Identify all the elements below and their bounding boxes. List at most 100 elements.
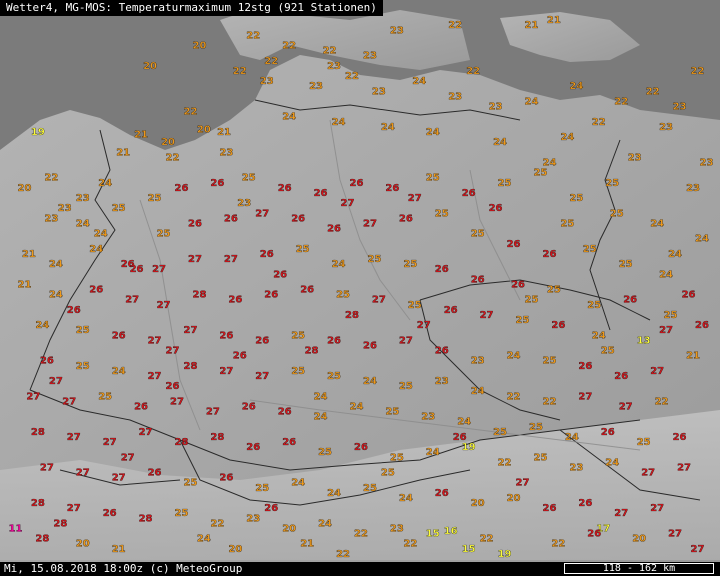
station-value: 27 (219, 366, 233, 377)
station-value: 26 (188, 218, 202, 229)
station-value: 21 (217, 127, 231, 138)
station-value: 22 (403, 539, 417, 550)
station-value: 22 (336, 549, 350, 560)
station-value: 11 (9, 524, 23, 535)
station-value: 27 (26, 391, 40, 402)
station-value: 24 (35, 320, 49, 331)
station-value: 26 (273, 269, 287, 280)
station-value: 25 (175, 508, 189, 519)
station-value: 22 (614, 96, 628, 107)
station-value: 22 (466, 66, 480, 77)
station-value: 23 (260, 76, 274, 87)
station-value: 26 (682, 290, 696, 301)
station-value: 27 (112, 473, 126, 484)
station-value: 26 (300, 285, 314, 296)
station-value: 24 (650, 218, 664, 229)
station-value: 28 (210, 432, 224, 443)
station-value: 21 (18, 280, 32, 291)
station-value: 21 (22, 249, 36, 260)
station-value: 24 (76, 218, 90, 229)
station-value: 27 (641, 468, 655, 479)
station-value: 25 (112, 203, 126, 214)
station-value: 25 (605, 178, 619, 189)
station-value: 23 (372, 86, 386, 97)
station-value: 24 (525, 96, 539, 107)
station-value: 25 (296, 244, 310, 255)
station-value: 24 (569, 81, 583, 92)
station-value: 26 (354, 442, 368, 453)
station-value: 24 (560, 132, 574, 143)
station-value: 21 (112, 544, 126, 555)
station-value: 22 (354, 529, 368, 540)
station-value: 26 (444, 305, 458, 316)
station-value: 23 (237, 198, 251, 209)
station-value: 27 (659, 325, 673, 336)
station-value: 24 (381, 122, 395, 133)
scale-bar: 118 - 162 km (564, 563, 714, 574)
station-value: 25 (318, 447, 332, 458)
station-value: 25 (583, 244, 597, 255)
station-value: 22 (246, 30, 260, 41)
station-value: 22 (44, 173, 58, 184)
station-value: 20 (197, 124, 211, 135)
station-value: 25 (493, 427, 507, 438)
station-value: 26 (578, 361, 592, 372)
temperature-map: 202019 212020 212222 22 2323 22 21 212223 232223… (0, 0, 720, 576)
station-value: 26 (219, 473, 233, 484)
station-value: 23 (659, 122, 673, 133)
station-value: 24 (493, 137, 507, 148)
station-value: 24 (592, 330, 606, 341)
station-value: 24 (399, 493, 413, 504)
station-value: 22 (646, 86, 660, 97)
station-value: 26 (543, 249, 557, 260)
station-value: 24 (98, 178, 112, 189)
station-value: 25 (426, 173, 440, 184)
station-value: 22 (282, 41, 296, 52)
timestamp-label: Mi, 15.08.2018 18:00z (c) MeteoGroup (4, 562, 243, 575)
station-value: 22 (323, 46, 337, 57)
station-value: 25 (291, 366, 305, 377)
station-value: 27 (372, 295, 386, 306)
station-value: 21 (300, 539, 314, 550)
station-value: 24 (291, 478, 305, 489)
station-value: 22 (345, 71, 359, 82)
station-value: 25 (529, 422, 543, 433)
station-value: 28 (193, 290, 207, 301)
station-value: 26 (242, 402, 256, 413)
station-value: 26 (103, 508, 117, 519)
station-value: 27 (184, 325, 198, 336)
station-value: 15 (462, 544, 476, 555)
station-value: 20 (282, 524, 296, 535)
station-value: 24 (327, 488, 341, 499)
station-value: 26 (148, 468, 162, 479)
station-value: 24 (426, 447, 440, 458)
station-value: 26 (224, 213, 238, 224)
station-value: 23 (448, 91, 462, 102)
station-value: 26 (246, 442, 260, 453)
station-value: 21 (525, 20, 539, 31)
station-value: 25 (399, 381, 413, 392)
station-value: 23 (628, 152, 642, 163)
station-value: 26 (462, 188, 476, 199)
station-value: 26 (255, 335, 269, 346)
station-value: 27 (224, 254, 238, 265)
station-value: 26 (507, 239, 521, 250)
station-value: 24 (89, 244, 103, 255)
station-value: 23 (489, 102, 503, 113)
station-value: 24 (426, 127, 440, 138)
station-value: 23 (58, 203, 72, 214)
station-value: 22 (480, 534, 494, 545)
station-value: 28 (53, 518, 67, 529)
station-value: 27 (399, 335, 413, 346)
station-value: 25 (390, 452, 404, 463)
station-value: 26 (695, 320, 709, 331)
station-value: 25 (403, 259, 417, 270)
station-value: 13 (637, 335, 651, 346)
station-value: 25 (569, 193, 583, 204)
station-value: 27 (341, 198, 355, 209)
station-value: 25 (516, 315, 530, 326)
station-value: 26 (327, 224, 341, 235)
station-value: 25 (619, 259, 633, 270)
station-value: 23 (44, 213, 58, 224)
station-value: 24 (659, 269, 673, 280)
